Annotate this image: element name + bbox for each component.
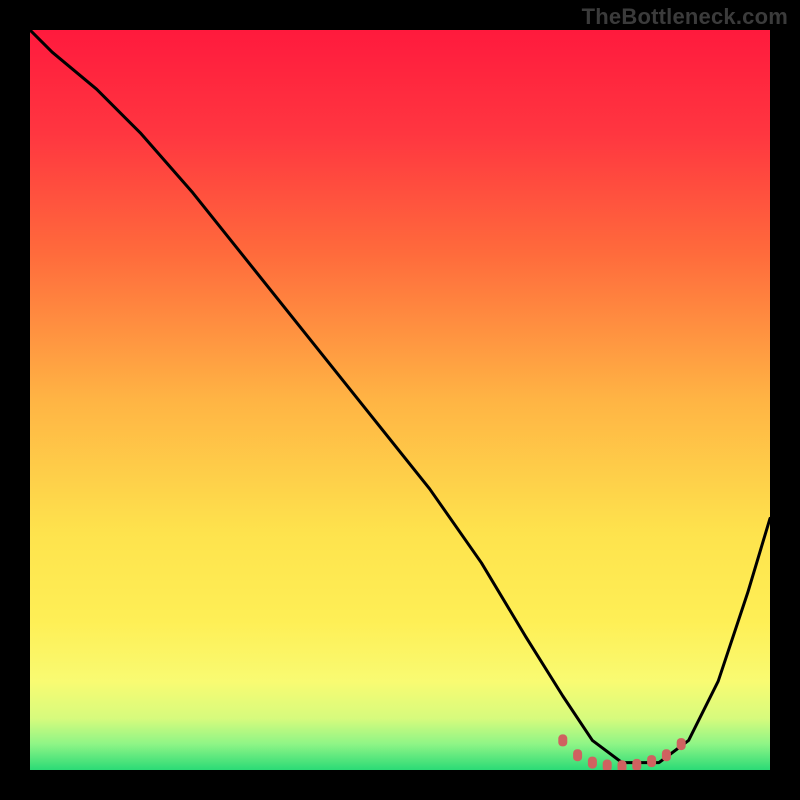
marker [677,738,686,750]
chart-frame: TheBottleneck.com [0,0,800,800]
plot-area [30,30,770,770]
gradient-background [30,30,770,770]
chart-svg [30,30,770,770]
marker [618,760,627,770]
marker [632,759,641,770]
marker [588,757,597,769]
marker [573,749,582,761]
marker [647,755,656,767]
marker [558,734,567,746]
watermark-text: TheBottleneck.com [582,4,788,30]
marker [603,760,612,770]
marker [662,749,671,761]
